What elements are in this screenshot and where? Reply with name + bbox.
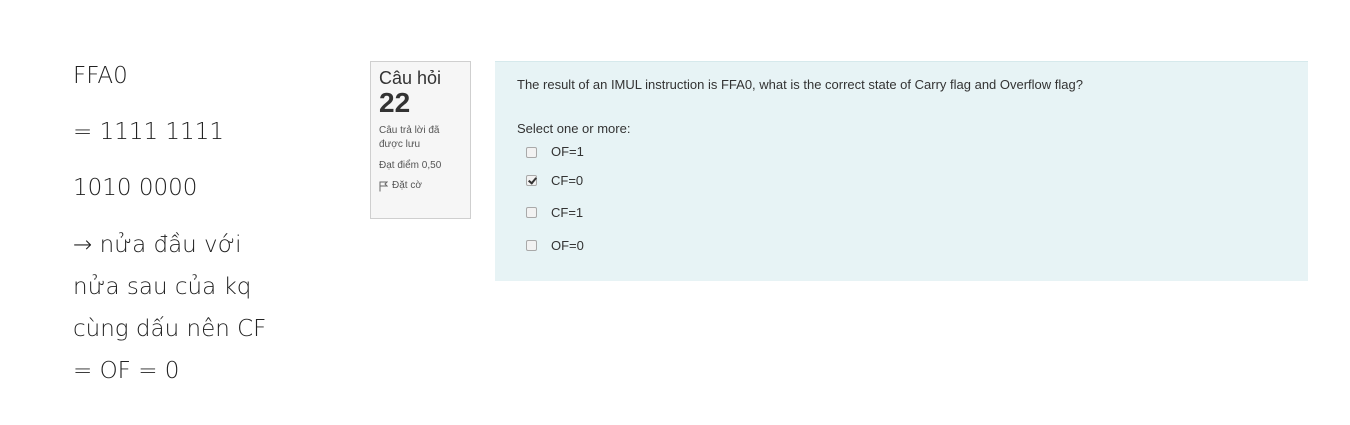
question-label: Câu hỏi [379, 68, 442, 88]
notes-line: nửa sau của kq [73, 274, 252, 300]
answer-option-of-0[interactable]: OF=0 [526, 229, 1308, 262]
answer-list: OF=1 CF=0 CF=1 OF=0 [517, 139, 1308, 262]
flag-question-button[interactable]: Đặt cờ [379, 179, 470, 193]
question-info-box: Câu hỏi 22 Câu trả lời đã được lưu Đạt đ… [370, 61, 471, 219]
question-state: Câu trả lời đã được lưu [379, 125, 440, 150]
answer-checkbox[interactable] [526, 240, 537, 251]
notes-line: → nửa đầu với [73, 232, 242, 258]
answer-option-cf-0[interactable]: CF=0 [526, 165, 1308, 196]
notes-line: = OF = 0 [73, 358, 180, 384]
question-grade: Đạt điểm 0,50 [379, 160, 442, 171]
notes-line: 1010 0000 [73, 175, 198, 201]
notes-conclusion: → nửa đầu với nửa sau của kq cùng dấu nê… [73, 224, 333, 392]
question-text: The result of an IMUL instruction is FFA… [517, 77, 1083, 92]
answer-label: CF=0 [551, 172, 584, 188]
question-number: 22 [379, 87, 411, 118]
answer-checkbox-checked[interactable] [526, 175, 537, 186]
answer-option-of-1[interactable]: OF=1 [526, 139, 1308, 165]
answer-label: OF=1 [551, 144, 584, 159]
answer-label: CF=1 [551, 204, 584, 220]
notes-panel: FFA0 = 1111 1111 1010 0000 → nửa đầu với… [73, 56, 333, 392]
answer-prompt: Select one or more: [517, 121, 631, 136]
question-content: The result of an IMUL instruction is FFA… [495, 61, 1308, 281]
notes-line: = 1111 1111 [73, 119, 224, 145]
flag-label: Đặt cờ [392, 180, 422, 191]
answer-checkbox[interactable] [526, 146, 537, 158]
flag-icon [379, 181, 388, 192]
answer-checkbox[interactable] [526, 207, 537, 218]
notes-line: cùng dấu nên CF [73, 316, 267, 342]
answer-label: OF=0 [551, 237, 584, 253]
notes-line: FFA0 [73, 63, 128, 89]
answer-option-cf-1[interactable]: CF=1 [526, 196, 1308, 229]
